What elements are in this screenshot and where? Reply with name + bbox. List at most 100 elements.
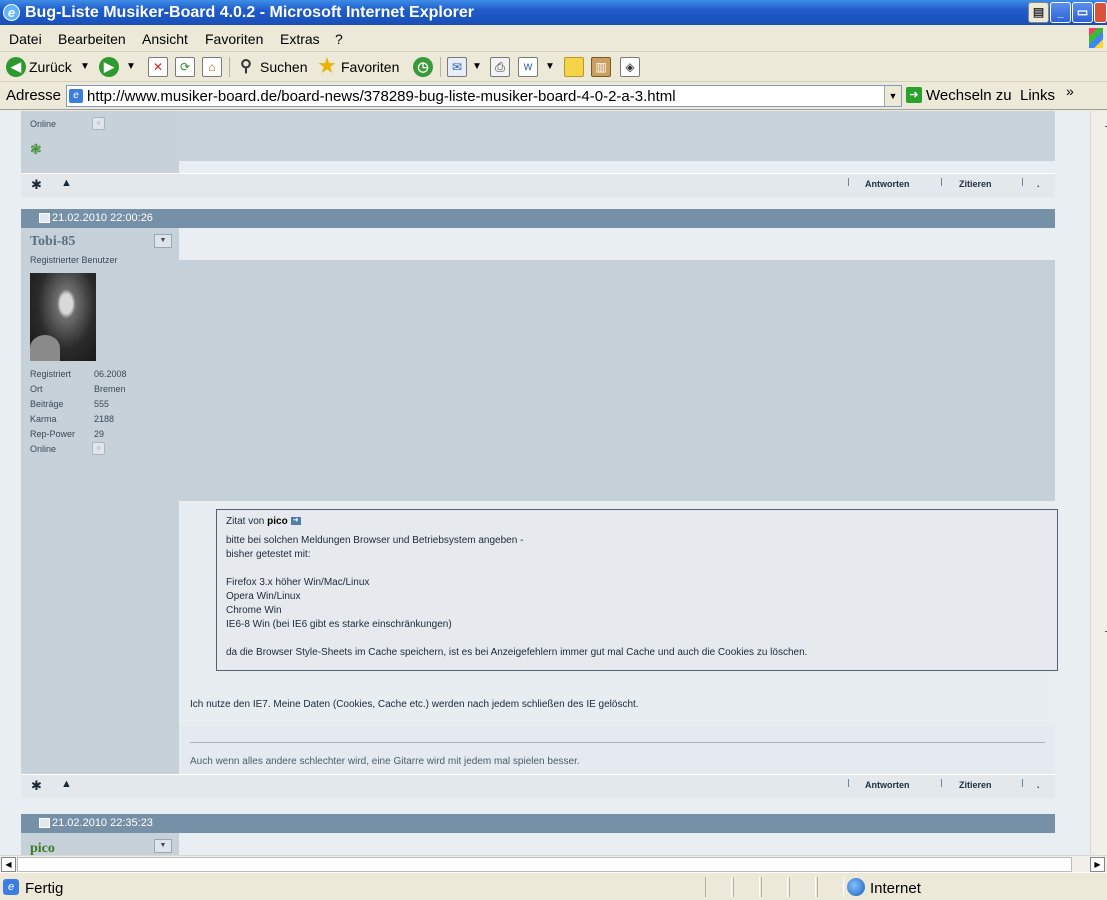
quote-header: Zitat von pico ➜: [226, 516, 301, 527]
menu-datei[interactable]: Datei: [9, 31, 42, 47]
address-input[interactable]: e http://www.musiker-board.de/board-news…: [66, 85, 902, 107]
favorites-button[interactable]: Favoriten: [341, 59, 399, 75]
multiquote-button[interactable]: .: [1037, 780, 1040, 790]
security-zone: Internet: [870, 880, 921, 897]
mail-icon[interactable]: ✉: [447, 57, 467, 77]
page-icon: e: [69, 89, 83, 103]
menu-ansicht[interactable]: Ansicht: [142, 31, 188, 47]
print-icon[interactable]: ▤: [1028, 2, 1049, 23]
quote-author: pico: [267, 516, 288, 527]
forward-arrow-icon[interactable]: ▶: [99, 57, 119, 77]
stat-value: 29: [94, 429, 105, 439]
back-arrow-icon[interactable]: ◀: [6, 57, 26, 77]
quote-line: da die Browser Style-Sheets im Cache spe…: [226, 647, 808, 658]
quote-button[interactable]: Zitieren: [959, 179, 992, 189]
stat-label: Ort: [30, 384, 43, 394]
scroll-left-icon[interactable]: ◀: [1, 857, 16, 872]
home-icon[interactable]: ⌂: [202, 57, 222, 77]
toolbar-separator: [229, 57, 230, 77]
post-body-top: [179, 228, 1055, 260]
stat-label: Beiträge: [30, 399, 64, 409]
user-menu-dropdown-icon[interactable]: ▼: [154, 839, 172, 853]
asterisk-icon[interactable]: ✱: [31, 778, 42, 794]
print-icon[interactable]: ⎙: [490, 57, 510, 77]
restore-button[interactable]: ▭: [1072, 2, 1093, 23]
research-icon[interactable]: ▥: [591, 57, 611, 77]
asterisk-icon[interactable]: ✱: [31, 177, 42, 193]
links-button[interactable]: Links: [1020, 87, 1055, 104]
post-body: Zitat von pico ➜ bitte bei solchen Meldun…: [179, 501, 1058, 727]
menu-extras[interactable]: Extras: [280, 31, 320, 47]
stop-icon[interactable]: ✕: [148, 57, 168, 77]
back-dropdown-icon[interactable]: ▼: [80, 61, 90, 72]
user-role: Registrierter Benutzer: [30, 255, 118, 265]
report-icon[interactable]: ▲: [61, 778, 72, 790]
post-username[interactable]: Tobi-85: [30, 234, 75, 250]
address-dropdown-icon[interactable]: ▼: [884, 86, 901, 106]
signature-area: Auch wenn alles andere schlechter wird, …: [179, 727, 1055, 774]
avatar: [30, 273, 96, 361]
window-title-bar: e Bug-Liste Musiker-Board 4.0.2 - Micros…: [0, 0, 1107, 25]
back-button[interactable]: Zurück: [29, 59, 72, 75]
multiquote-button[interactable]: .: [1037, 179, 1040, 189]
stat-label: Online: [30, 444, 57, 454]
post-username[interactable]: pico: [30, 841, 55, 855]
search-button[interactable]: Suchen: [260, 59, 307, 75]
user-menu-dropdown-icon[interactable]: ▼: [154, 234, 172, 248]
post-footer: ✱ ▲ Antworten Zitieren .: [21, 774, 1055, 798]
minimize-button[interactable]: _: [1050, 2, 1071, 23]
links-chevron-icon[interactable]: »: [1066, 83, 1074, 99]
scroll-right-icon[interactable]: ▶: [1090, 857, 1105, 872]
post-body-grey: [179, 260, 1055, 501]
report-icon[interactable]: ▲: [61, 177, 72, 189]
online-status-icon: ○: [92, 442, 105, 455]
ie-icon: e: [3, 4, 20, 21]
quote-line: bisher getestet mit:: [226, 549, 311, 560]
refresh-icon[interactable]: ⟳: [175, 57, 195, 77]
messenger-icon[interactable]: ◈: [620, 57, 640, 77]
post-text: Ich nutze den IE7. Meine Daten (Cookies,…: [190, 699, 639, 710]
scroll-thumb[interactable]: [17, 857, 1072, 872]
word-edit-icon[interactable]: W: [518, 57, 538, 77]
windows-logo-icon: [1089, 28, 1103, 48]
post-icon: [39, 213, 50, 223]
go-arrow-icon[interactable]: ➜: [906, 87, 922, 103]
post-sidebar: pico ▼: [21, 833, 179, 855]
previous-post-footer: ✱ ▲ Antworten Zitieren .: [21, 173, 1055, 197]
close-button[interactable]: [1094, 2, 1107, 23]
signature-text: Auch wenn alles andere schlechter wird, …: [190, 756, 580, 767]
star-icon[interactable]: ★: [317, 57, 337, 77]
page-content: Online ○ ❃ ✱ ▲ Antworten Zitieren . 21.0…: [0, 111, 1090, 855]
go-button[interactable]: Wechseln zu: [926, 87, 1012, 104]
edit-dropdown-icon[interactable]: ▼: [545, 61, 555, 72]
forward-dropdown-icon[interactable]: ▼: [126, 61, 136, 72]
toolbar: ◀ Zurück ▼ ▶ ▼ ✕ ⟳ ⌂ ⚲ Suchen ★ Favorite…: [0, 52, 1107, 82]
quote-line: Chrome Win: [226, 605, 282, 616]
quote-button[interactable]: Zitieren: [959, 780, 992, 790]
quote-line: Opera Win/Linux: [226, 591, 301, 602]
reply-button[interactable]: Antworten: [865, 179, 910, 189]
menu-favoriten[interactable]: Favoriten: [205, 31, 263, 47]
previous-post-spacer: [179, 161, 1055, 173]
address-url[interactable]: http://www.musiker-board.de/board-news/3…: [87, 88, 676, 105]
view-post-icon[interactable]: ➜: [290, 517, 301, 526]
menu-bearbeiten[interactable]: Bearbeiten: [58, 31, 126, 47]
menu-help[interactable]: ?: [335, 31, 343, 47]
mail-dropdown-icon[interactable]: ▼: [472, 61, 482, 72]
menu-bar: Datei Bearbeiten Ansicht Favoriten Extra…: [0, 25, 1107, 52]
vertical-scrollbar[interactable]: [1090, 111, 1107, 855]
stat-value: 2188: [94, 414, 115, 424]
search-icon[interactable]: ⚲: [236, 57, 256, 77]
post-date: 21.02.2010 22:35:23: [52, 817, 153, 829]
post-body-top: [179, 833, 1055, 855]
discuss-icon[interactable]: [564, 57, 584, 77]
horizontal-scrollbar[interactable]: ◀ ▶: [0, 855, 1107, 872]
signature-divider: [190, 742, 1045, 743]
address-label: Adresse: [6, 87, 62, 104]
history-icon[interactable]: ◷: [413, 57, 433, 77]
reply-button[interactable]: Antworten: [865, 780, 910, 790]
quote-line: Firefox 3.x höher Win/Mac/Linux: [226, 577, 370, 588]
online-status-icon: ○: [92, 117, 105, 130]
reputation-icon: ❃: [30, 141, 42, 157]
quote-line: bitte bei solchen Meldungen Browser und …: [226, 535, 524, 546]
